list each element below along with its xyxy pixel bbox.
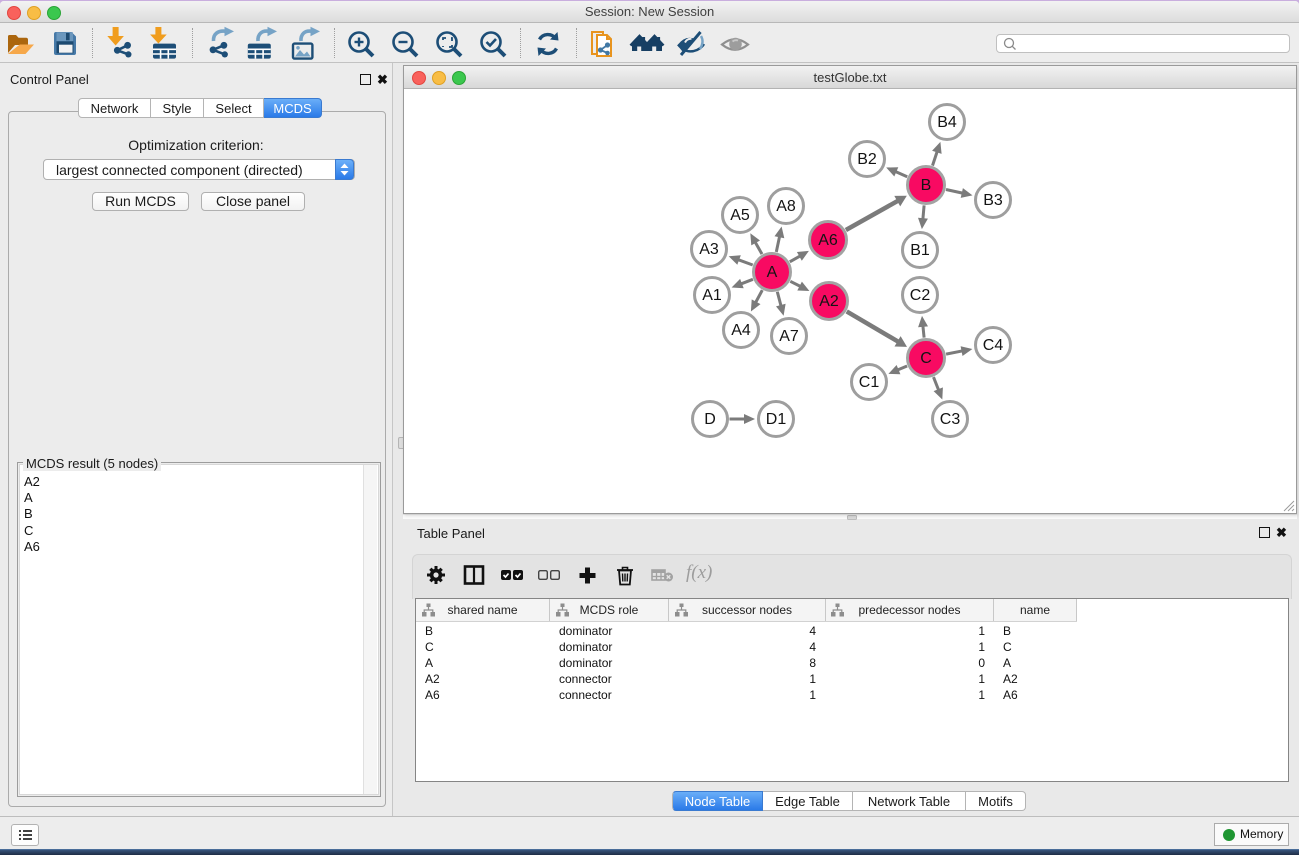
svg-text:C1: C1 bbox=[859, 374, 880, 391]
svg-text:A3: A3 bbox=[699, 241, 719, 258]
svg-text:A5: A5 bbox=[730, 207, 750, 224]
svg-text:C3: C3 bbox=[940, 411, 961, 428]
svg-text:B1: B1 bbox=[910, 242, 930, 259]
svg-text:A2: A2 bbox=[819, 293, 839, 310]
svg-text:B3: B3 bbox=[983, 192, 1003, 209]
svg-text:C4: C4 bbox=[983, 337, 1004, 354]
svg-text:C2: C2 bbox=[910, 287, 931, 304]
svg-text:A8: A8 bbox=[776, 198, 796, 215]
svg-text:C: C bbox=[920, 350, 932, 367]
svg-text:A7: A7 bbox=[779, 328, 799, 345]
svg-text:D: D bbox=[704, 411, 716, 428]
svg-text:A4: A4 bbox=[731, 322, 751, 339]
svg-text:B2: B2 bbox=[857, 151, 877, 168]
svg-text:A1: A1 bbox=[702, 287, 722, 304]
svg-text:B4: B4 bbox=[937, 114, 957, 131]
svg-text:D1: D1 bbox=[766, 411, 787, 428]
svg-text:B: B bbox=[921, 177, 932, 194]
svg-text:A: A bbox=[767, 264, 778, 281]
svg-text:A6: A6 bbox=[818, 232, 838, 249]
